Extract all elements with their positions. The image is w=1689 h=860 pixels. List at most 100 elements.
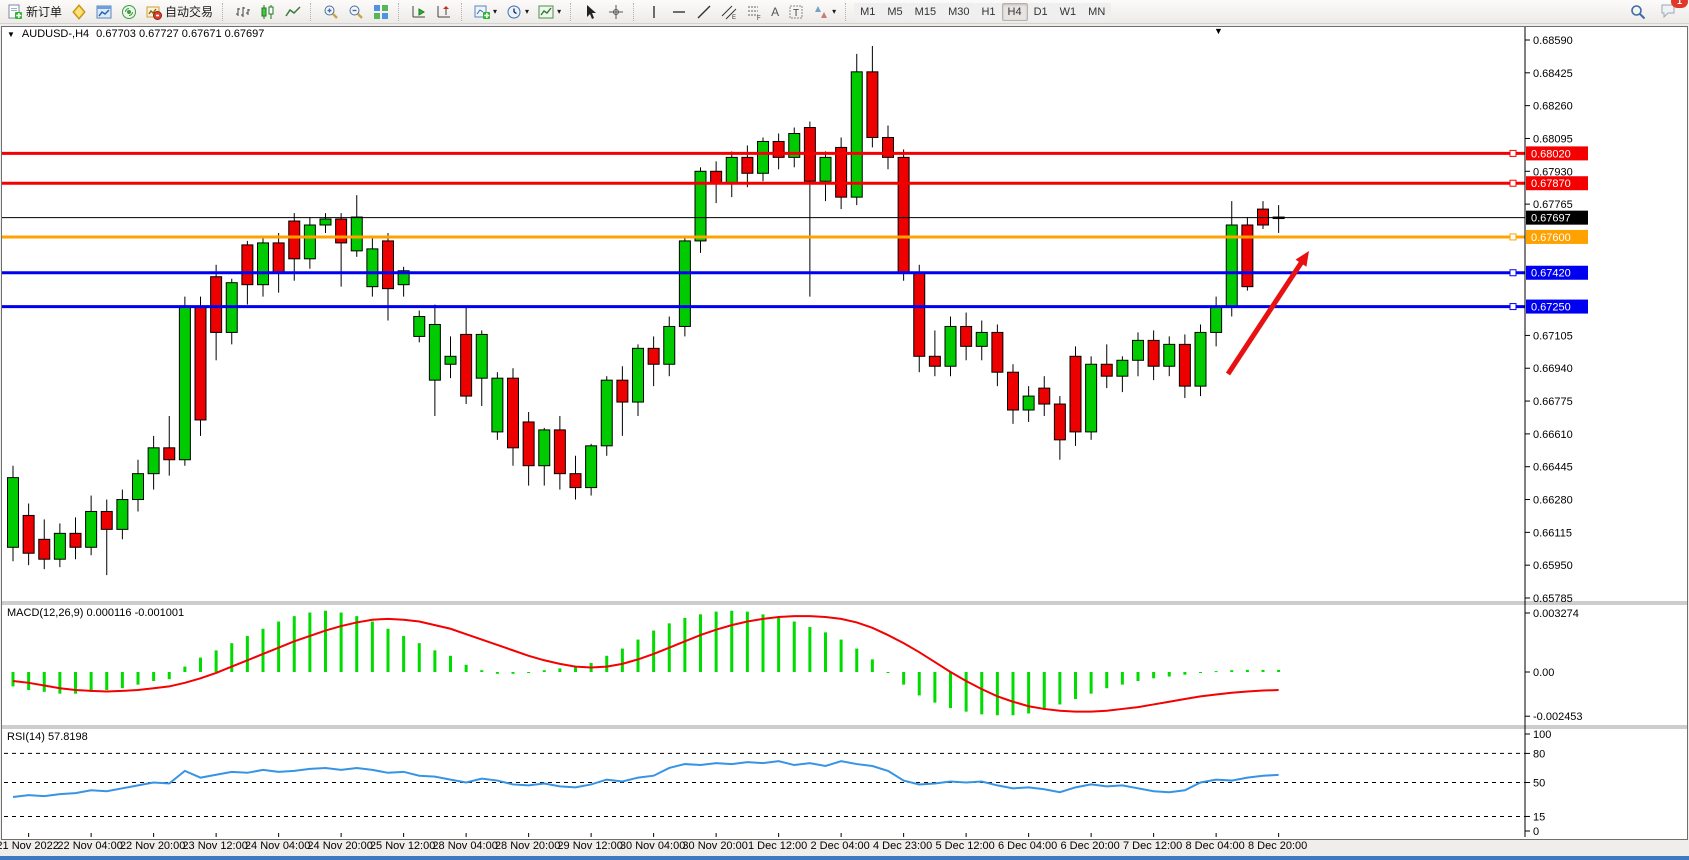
chart-window-icon xyxy=(96,4,112,20)
price-axis-label: 0.68425 xyxy=(1533,68,1573,80)
bull-candle xyxy=(258,243,269,285)
timeframe-button-h1[interactable]: H1 xyxy=(975,3,1001,21)
annotation-arrow-line[interactable] xyxy=(1228,258,1305,374)
macd-histogram-bar xyxy=(1230,670,1233,672)
new-chart-dropdown-button[interactable]: ▾ xyxy=(470,2,501,22)
search-button[interactable] xyxy=(1626,2,1650,22)
macd-histogram-bar xyxy=(715,612,718,672)
timeframe-button-w1[interactable]: W1 xyxy=(1054,3,1083,21)
auto-scroll-button[interactable] xyxy=(407,2,431,22)
candlestick-chart-button[interactable] xyxy=(256,2,280,22)
chart-canvas[interactable]: 0.685900.684250.682600.680950.679300.677… xyxy=(2,27,1687,837)
price-axis-label: 0.66445 xyxy=(1533,462,1573,474)
horizontal-line-button[interactable] xyxy=(667,2,691,22)
macd-histogram-bar xyxy=(105,672,108,690)
text-button[interactable]: A xyxy=(767,2,783,22)
bear-candle xyxy=(242,245,253,285)
macd-histogram-bar xyxy=(762,614,765,672)
bear-candle xyxy=(1242,225,1253,287)
macd-histogram-bar xyxy=(1012,672,1015,715)
line-anchor-handle[interactable] xyxy=(1510,150,1516,156)
bear-candle xyxy=(1258,209,1269,225)
macd-histogram-bar xyxy=(918,672,921,695)
macd-histogram-bar xyxy=(1183,672,1186,675)
bull-candle xyxy=(586,446,597,488)
bull-candle xyxy=(726,157,737,183)
macd-histogram-bar xyxy=(433,650,436,672)
bar-chart-button[interactable] xyxy=(231,2,255,22)
macd-histogram-bar xyxy=(980,672,983,714)
bull-candle xyxy=(1211,307,1222,333)
macd-histogram-bar xyxy=(824,632,827,672)
macd-histogram-bar xyxy=(168,672,171,679)
line-anchor-handle[interactable] xyxy=(1510,304,1516,310)
timeframe-button-h4[interactable]: H4 xyxy=(1002,3,1028,21)
bear-candle xyxy=(211,277,222,333)
bull-candle xyxy=(945,326,956,366)
timeframe-button-m5[interactable]: M5 xyxy=(881,3,908,21)
macd-histogram-bar xyxy=(27,672,30,690)
bull-candle xyxy=(679,241,690,327)
bear-candle xyxy=(914,273,925,357)
chart-shift-marker-icon[interactable]: ▼ xyxy=(1214,26,1223,36)
bull-candle xyxy=(117,500,128,530)
zoom-out-button[interactable] xyxy=(344,2,368,22)
macd-histogram-bar xyxy=(183,667,186,672)
fibonacci-button[interactable]: F xyxy=(742,2,766,22)
signals-button[interactable] xyxy=(117,2,141,22)
templates-icon xyxy=(538,4,554,20)
time-axis-label: 22 Nov 20:00 xyxy=(120,840,185,852)
bull-candle xyxy=(86,511,97,547)
timeframe-button-mn[interactable]: MN xyxy=(1082,3,1111,21)
macd-histogram-bar xyxy=(199,658,202,672)
bear-candle xyxy=(383,241,394,289)
bull-candle xyxy=(601,380,612,446)
time-axis-label: 28 Nov 04:00 xyxy=(432,840,497,852)
time-axis-label: 23 Nov 12:00 xyxy=(182,840,247,852)
templates-dropdown-button[interactable]: ▾ xyxy=(534,2,565,22)
equidistant-channel-icon: E xyxy=(721,4,737,20)
cursor-button[interactable] xyxy=(579,2,603,22)
line-anchor-handle[interactable] xyxy=(1510,270,1516,276)
macd-histogram-bar xyxy=(12,672,15,686)
zoom-in-button[interactable] xyxy=(319,2,343,22)
trendline-button[interactable] xyxy=(692,2,716,22)
tile-windows-button[interactable] xyxy=(369,2,393,22)
bull-candle xyxy=(664,326,675,364)
text-label-button[interactable]: T xyxy=(784,2,808,22)
line-chart-button[interactable] xyxy=(281,2,305,22)
bull-candle xyxy=(445,356,456,364)
time-axis-label: 22 Nov 04:00 xyxy=(57,840,122,852)
line-anchor-handle[interactable] xyxy=(1510,234,1516,240)
collapse-triangle-icon[interactable]: ▼ xyxy=(7,29,15,40)
new-order-button[interactable]: 新订单 xyxy=(3,2,66,22)
main-toolbar: 新订单 自动交易 ▾ ▾ xyxy=(0,0,1689,24)
periods-dropdown-button[interactable]: ▾ xyxy=(502,2,533,22)
macd-histogram-bar xyxy=(1152,672,1155,678)
shapes-dropdown-button[interactable]: ▾ xyxy=(809,2,840,22)
macd-histogram-bar xyxy=(887,672,890,673)
trendline-icon xyxy=(696,4,712,20)
timeframe-button-d1[interactable]: D1 xyxy=(1028,3,1054,21)
vertical-line-button[interactable] xyxy=(642,2,666,22)
macd-histogram-bar xyxy=(449,656,452,672)
line-anchor-handle[interactable] xyxy=(1510,180,1516,186)
macd-histogram-bar xyxy=(43,672,46,692)
timeframe-button-m1[interactable]: M1 xyxy=(854,3,881,21)
time-axis[interactable]: 21 Nov 202222 Nov 04:0022 Nov 20:0023 No… xyxy=(1,840,1686,854)
macd-histogram-bar xyxy=(324,611,327,672)
bear-candle xyxy=(648,348,659,364)
line-chart-icon xyxy=(285,4,301,20)
market-watch-button[interactable] xyxy=(67,2,91,22)
chart-shift-icon xyxy=(436,4,452,20)
chart-shift-button[interactable] xyxy=(432,2,456,22)
svg-text:F: F xyxy=(757,16,761,20)
timeframe-button-m15[interactable]: M15 xyxy=(909,3,942,21)
timeframe-button-m30[interactable]: M30 xyxy=(942,3,975,21)
time-axis-label: 4 Dec 23:00 xyxy=(873,840,932,852)
macd-histogram-bar xyxy=(1074,672,1077,699)
equidistant-channel-button[interactable]: E xyxy=(717,2,741,22)
crosshair-button[interactable] xyxy=(604,2,628,22)
autotrading-button[interactable]: 自动交易 xyxy=(142,2,217,22)
chart-window-button[interactable] xyxy=(92,2,116,22)
